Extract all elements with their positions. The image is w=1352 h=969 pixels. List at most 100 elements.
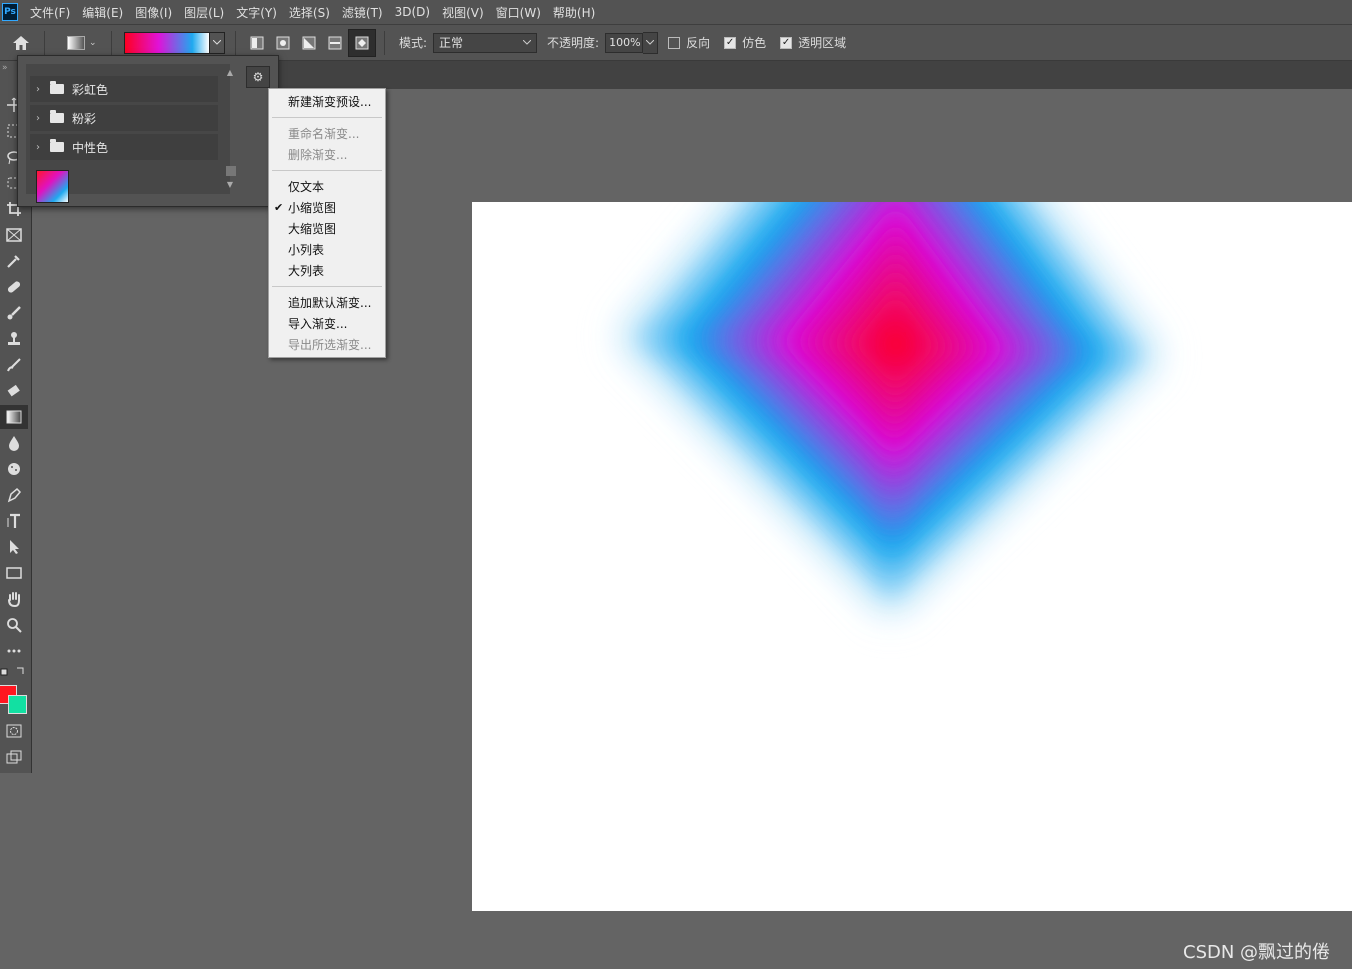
- menu-help[interactable]: 帮助(H): [547, 4, 601, 21]
- angle-gradient-button[interactable]: [296, 30, 322, 56]
- background-color-swatch[interactable]: [8, 695, 27, 714]
- transparency-option[interactable]: ✓ 透明区域: [780, 34, 846, 51]
- diamond-gradient-button[interactable]: [348, 28, 376, 57]
- gradient-folder-rainbow[interactable]: › 彩虹色: [30, 76, 218, 102]
- reverse-checkbox[interactable]: [668, 36, 681, 49]
- hand-tool-icon[interactable]: [0, 587, 28, 611]
- menu-item-label: 重命名渐变...: [288, 127, 360, 141]
- dither-checkbox[interactable]: ✓: [724, 36, 737, 49]
- eyedropper-tool-icon[interactable]: [0, 249, 28, 273]
- menu-view[interactable]: 视图(V): [436, 4, 490, 21]
- brush-tool-icon[interactable]: [0, 301, 28, 325]
- menu-item-text-only[interactable]: 仅文本: [269, 177, 385, 197]
- eraser-tool-icon[interactable]: [0, 379, 28, 403]
- menu-3d[interactable]: 3D(D): [389, 5, 436, 19]
- menu-item-label: 小列表: [288, 243, 325, 257]
- menu-item-large-thumbnail[interactable]: 大缩览图: [269, 219, 385, 239]
- rectangle-tool-icon[interactable]: [0, 561, 28, 585]
- opacity-slider-button[interactable]: [643, 31, 659, 54]
- mode-select[interactable]: 正常: [433, 32, 538, 53]
- menu-item-large-list[interactable]: 大列表: [269, 261, 385, 281]
- swap-colors-icon[interactable]: [0, 663, 28, 681]
- home-icon[interactable]: [6, 28, 36, 58]
- chevron-right-icon[interactable]: ›: [32, 113, 44, 124]
- menu-bar: Ps 文件(F) 编辑(E) 图像(I) 图层(L) 文字(Y) 选择(S) 滤…: [0, 0, 1352, 25]
- path-selection-tool-icon[interactable]: [0, 535, 28, 559]
- menu-item-import-gradients[interactable]: 导入渐变...: [269, 314, 385, 334]
- gradient-options-menu: 新建渐变预设... 重命名渐变... 删除渐变... 仅文本 小缩览图 ✔ 大缩览…: [268, 88, 386, 358]
- gradient-list-scrollbar[interactable]: ▲ ▼: [224, 66, 236, 194]
- linear-gradient-icon: [250, 36, 264, 49]
- opacity-input[interactable]: 100%: [605, 32, 644, 53]
- document-canvas[interactable]: [472, 202, 1352, 911]
- linear-gradient-button[interactable]: [244, 30, 270, 56]
- menu-item-new-gradient-preset[interactable]: 新建渐变预设...: [269, 92, 385, 112]
- menu-select[interactable]: 选择(S): [283, 4, 336, 21]
- chevron-right-icon[interactable]: ›: [32, 84, 44, 95]
- menu-file[interactable]: 文件(F): [24, 4, 76, 21]
- gradient-folder-pastel[interactable]: › 粉彩: [30, 105, 218, 131]
- gradient-preset-thumbnail[interactable]: [36, 170, 69, 203]
- reverse-option[interactable]: 反向: [668, 34, 710, 51]
- menu-item-delete-gradient[interactable]: 删除渐变...: [269, 145, 385, 165]
- frame-tool-icon[interactable]: [0, 223, 28, 247]
- mode-label: 模式:: [399, 36, 428, 50]
- gradient-dropdown-button[interactable]: [210, 31, 225, 54]
- dither-label: 仿色: [742, 36, 767, 50]
- gradient-tool-icon[interactable]: [0, 405, 28, 429]
- sponge-tool-icon[interactable]: [0, 457, 28, 481]
- pen-tool-icon[interactable]: [0, 483, 28, 507]
- diamond-gradient-shape: [606, 202, 1172, 629]
- separator: [384, 30, 385, 55]
- tool-preset-picker[interactable]: ⌄: [53, 31, 103, 55]
- menu-item-small-list[interactable]: 小列表: [269, 240, 385, 260]
- chevron-right-icon[interactable]: ›: [32, 142, 44, 153]
- scrollbar-thumb[interactable]: [226, 166, 236, 176]
- angle-gradient-icon: [302, 36, 316, 49]
- transparency-label: 透明区域: [798, 36, 847, 50]
- menu-item-label: 导出所选渐变...: [288, 338, 372, 352]
- gradient-preset-panel: › 彩虹色 › 粉彩 › 中性色 ▲ ▼ ⚙: [17, 55, 279, 207]
- history-brush-tool-icon[interactable]: [0, 353, 28, 377]
- chevron-down-icon: [523, 40, 532, 45]
- gear-icon[interactable]: ⚙: [246, 66, 270, 88]
- scroll-up-icon[interactable]: ▲: [224, 68, 236, 80]
- mode-value: 正常: [439, 36, 464, 50]
- menu-item-export-selected-gradients[interactable]: 导出所选渐变...: [269, 335, 385, 355]
- dither-option[interactable]: ✓ 仿色: [724, 34, 766, 51]
- reflected-gradient-icon: [328, 36, 342, 49]
- menu-item-label: 仅文本: [288, 180, 325, 194]
- clone-stamp-tool-icon[interactable]: [0, 327, 28, 351]
- radial-gradient-icon: [276, 36, 290, 49]
- menu-separator: [272, 286, 382, 287]
- menu-item-label: 导入渐变...: [288, 317, 348, 331]
- screen-mode-icon[interactable]: [0, 745, 28, 769]
- menu-image[interactable]: 图像(I): [129, 4, 178, 21]
- blur-tool-icon[interactable]: [0, 431, 28, 455]
- gradient-folder-neutral[interactable]: › 中性色: [30, 134, 218, 160]
- menu-item-label: 删除渐变...: [288, 148, 348, 162]
- menu-filter[interactable]: 滤镜(T): [336, 4, 389, 21]
- zoom-tool-icon[interactable]: [0, 613, 28, 637]
- quick-mask-icon[interactable]: [0, 719, 28, 743]
- menu-item-label: 大列表: [288, 264, 325, 278]
- menu-layer[interactable]: 图层(L): [178, 4, 230, 21]
- type-tool-icon[interactable]: [0, 509, 28, 533]
- menu-item-small-thumbnail[interactable]: 小缩览图 ✔: [269, 198, 385, 218]
- menu-type[interactable]: 文字(Y): [230, 4, 283, 21]
- radial-gradient-button[interactable]: [270, 30, 296, 56]
- menu-item-label: 新建渐变预设...: [288, 95, 372, 109]
- transparency-checkbox[interactable]: ✓: [780, 36, 793, 49]
- scroll-down-icon[interactable]: ▼: [224, 180, 236, 192]
- menu-edit[interactable]: 编辑(E): [76, 4, 129, 21]
- photoshop-logo: Ps: [2, 3, 18, 21]
- menu-item-append-default-gradients[interactable]: 追加默认渐变...: [269, 293, 385, 313]
- chevron-down-icon: [646, 40, 655, 45]
- menu-item-rename-gradient[interactable]: 重命名渐变...: [269, 124, 385, 144]
- healing-brush-tool-icon[interactable]: [0, 275, 28, 299]
- more-tools-icon[interactable]: [0, 639, 28, 663]
- menu-window[interactable]: 窗口(W): [490, 4, 547, 21]
- checkmark-icon: ✔: [274, 201, 284, 214]
- reflected-gradient-button[interactable]: [322, 30, 348, 56]
- gradient-preview[interactable]: [124, 31, 210, 54]
